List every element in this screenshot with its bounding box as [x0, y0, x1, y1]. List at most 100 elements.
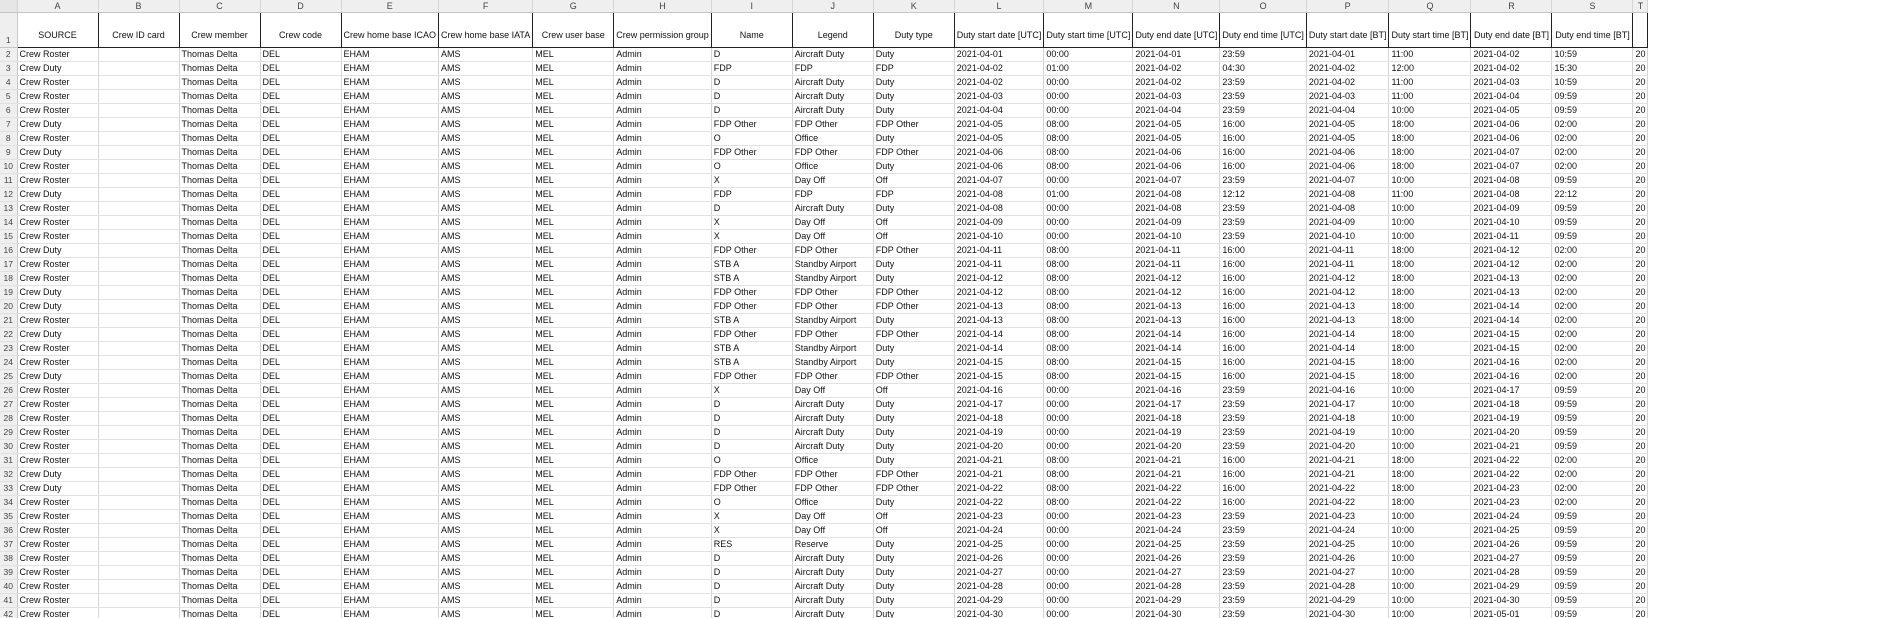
cell[interactable]: 09:59 [1551, 383, 1634, 398]
cell[interactable]: 20 [1632, 173, 1649, 188]
cell[interactable]: 2021-04-09 [954, 215, 1045, 230]
cell[interactable]: 23:59 [1219, 215, 1307, 230]
cell[interactable]: 2021-04-27 [1470, 551, 1553, 566]
cell[interactable]: 2021-04-12 [954, 271, 1045, 286]
cell[interactable]: EHAM [341, 355, 440, 370]
cell[interactable]: 00:00 [1043, 215, 1134, 230]
cell[interactable]: EHAM [341, 341, 440, 356]
cell[interactable]: Crew Roster [17, 565, 99, 580]
cell[interactable]: 16:00 [1219, 145, 1307, 160]
cell[interactable]: 16:00 [1219, 327, 1307, 342]
cell[interactable] [98, 187, 180, 202]
cell[interactable]: 08:00 [1043, 271, 1134, 286]
cell[interactable] [98, 411, 180, 426]
cell[interactable]: AMS [438, 397, 534, 412]
cell[interactable]: Admin [613, 257, 712, 272]
cell[interactable]: Crew Roster [17, 173, 99, 188]
cell[interactable]: AMS [438, 257, 534, 272]
cell[interactable]: 18:00 [1388, 159, 1472, 174]
cell[interactable]: 20 [1632, 369, 1649, 384]
row-number[interactable]: 1 [0, 12, 18, 48]
cell[interactable]: Thomas Delta [179, 523, 261, 538]
cell[interactable]: AMS [438, 313, 534, 328]
cell[interactable]: MEL [532, 355, 615, 370]
cell[interactable]: 09:59 [1551, 229, 1634, 244]
cell[interactable]: FDP [873, 187, 955, 202]
cell[interactable]: 2021-04-16 [954, 383, 1045, 398]
cell[interactable]: MEL [532, 481, 615, 496]
cell[interactable]: 20 [1632, 159, 1649, 174]
cell[interactable]: AMS [438, 411, 534, 426]
cell[interactable] [98, 145, 180, 160]
cell[interactable]: AMS [438, 47, 534, 62]
cell[interactable]: EHAM [341, 313, 440, 328]
row-number[interactable]: 3 [0, 61, 18, 76]
cell[interactable]: AMS [438, 103, 534, 118]
cell[interactable]: Thomas Delta [179, 397, 261, 412]
cell[interactable]: 2021-04-04 [1470, 89, 1553, 104]
cell[interactable]: Duty [873, 537, 955, 552]
cell[interactable]: EHAM [341, 173, 440, 188]
cell[interactable]: 02:00 [1551, 243, 1634, 258]
cell[interactable]: 20 [1632, 103, 1649, 118]
cell[interactable]: 10:59 [1551, 47, 1634, 62]
cell[interactable]: 2021-04-15 [1470, 341, 1553, 356]
cell[interactable]: AMS [438, 145, 534, 160]
row-number[interactable]: 40 [0, 579, 18, 594]
cell[interactable]: 08:00 [1043, 299, 1134, 314]
cell[interactable]: AMS [438, 201, 534, 216]
cell[interactable]: D [711, 439, 793, 454]
cell[interactable]: 00:00 [1043, 579, 1134, 594]
header-cell[interactable] [1632, 12, 1649, 48]
cell[interactable]: 2021-04-23 [954, 509, 1045, 524]
cell[interactable]: 10:00 [1388, 397, 1472, 412]
cell[interactable]: 08:00 [1043, 257, 1134, 272]
cell[interactable]: 23:59 [1219, 89, 1307, 104]
cell[interactable]: DEL [260, 355, 342, 370]
cell[interactable]: DEL [260, 341, 342, 356]
cell[interactable]: Crew Duty [17, 299, 99, 314]
cell[interactable]: 2021-04-01 [1132, 47, 1221, 62]
cell[interactable]: FDP Other [873, 145, 955, 160]
cell[interactable]: 2021-04-09 [1132, 215, 1221, 230]
cell[interactable]: 2021-04-08 [1470, 187, 1553, 202]
cell[interactable]: 2021-04-29 [954, 593, 1045, 608]
column-letter-header[interactable]: P [1306, 0, 1390, 13]
cell[interactable]: 2021-04-15 [1306, 355, 1390, 370]
cell[interactable]: 2021-04-21 [1132, 467, 1221, 482]
cell[interactable]: 2021-04-17 [1470, 383, 1553, 398]
cell[interactable]: 18:00 [1388, 369, 1472, 384]
cell[interactable]: 2021-04-22 [1306, 495, 1390, 510]
cell[interactable]: FDP Other [711, 467, 793, 482]
cell[interactable]: Crew Duty [17, 145, 99, 160]
row-number[interactable]: 42 [0, 607, 18, 618]
cell[interactable]: 00:00 [1043, 565, 1134, 580]
cell[interactable]: 09:59 [1551, 89, 1634, 104]
cell[interactable]: 2021-04-27 [954, 565, 1045, 580]
cell[interactable]: Day Off [792, 173, 874, 188]
cell[interactable]: Duty [873, 495, 955, 510]
cell[interactable]: 23:59 [1219, 523, 1307, 538]
cell[interactable]: MEL [532, 299, 615, 314]
cell[interactable]: 2021-04-30 [1470, 593, 1553, 608]
cell[interactable]: 02:00 [1551, 327, 1634, 342]
cell[interactable]: MEL [532, 397, 615, 412]
cell[interactable]: Duty [873, 453, 955, 468]
cell[interactable]: 2021-04-05 [954, 131, 1045, 146]
cell[interactable]: 2021-04-08 [954, 187, 1045, 202]
cell[interactable]: 23:59 [1219, 607, 1307, 618]
cell[interactable]: 10:00 [1388, 593, 1472, 608]
cell[interactable]: EHAM [341, 397, 440, 412]
cell[interactable]: X [711, 523, 793, 538]
cell[interactable]: AMS [438, 481, 534, 496]
cell[interactable]: 2021-04-14 [954, 341, 1045, 356]
cell[interactable]: Thomas Delta [179, 537, 261, 552]
row-number[interactable]: 8 [0, 131, 18, 146]
cell[interactable]: Thomas Delta [179, 369, 261, 384]
cell[interactable]: 08:00 [1043, 467, 1134, 482]
cell[interactable]: 23:59 [1219, 537, 1307, 552]
cell[interactable]: D [711, 425, 793, 440]
cell[interactable]: Admin [613, 173, 712, 188]
cell[interactable]: 2021-04-30 [1132, 607, 1221, 618]
cell[interactable]: DEL [260, 593, 342, 608]
